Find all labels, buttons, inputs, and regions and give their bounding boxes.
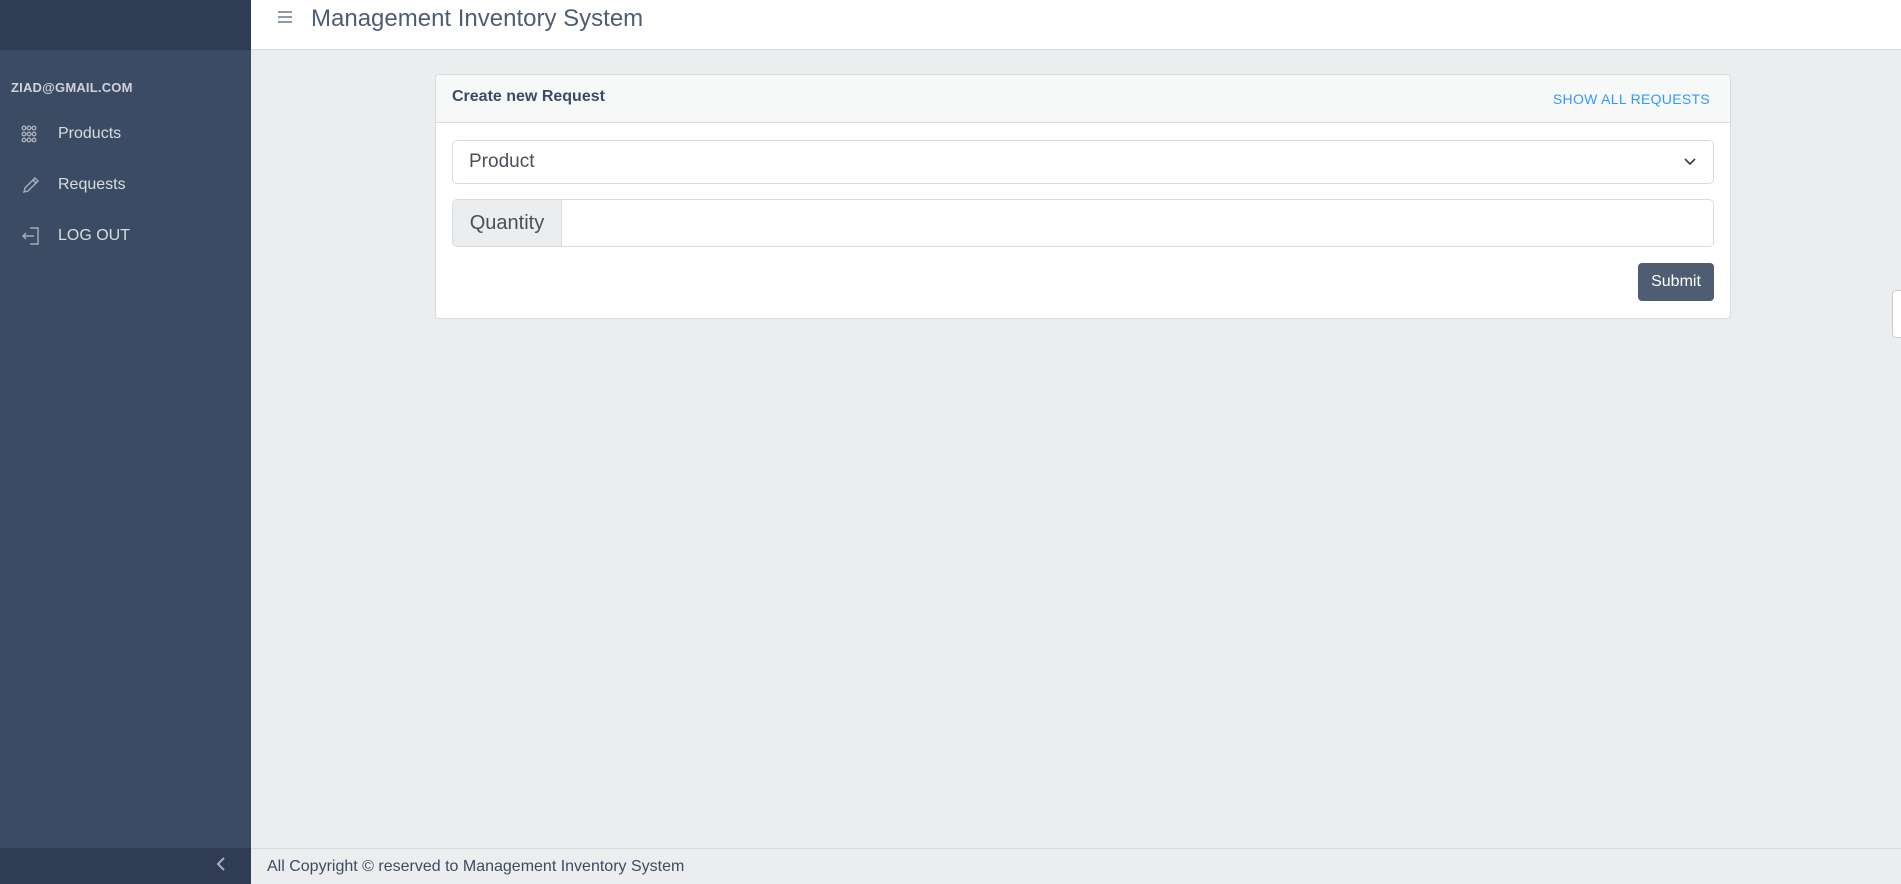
card-title: Create new Request	[452, 87, 605, 105]
sidebar-item-label: Products	[58, 125, 122, 142]
sidebar-item-logout[interactable]: LOG OUT	[0, 214, 251, 258]
sidebar-item-label: LOG OUT	[58, 227, 131, 244]
show-all-requests-link[interactable]: SHOW ALL REQUESTS	[1553, 91, 1710, 107]
chevron-down-icon	[1683, 151, 1697, 173]
chevron-left-icon	[215, 856, 227, 876]
side-panel-tab[interactable]	[1892, 290, 1901, 338]
quantity-input-group: Quantity	[452, 199, 1714, 247]
quantity-input[interactable]	[562, 200, 1713, 246]
page-title: Management Inventory System	[311, 4, 644, 32]
grid-icon	[16, 124, 46, 144]
sidebar-item-requests[interactable]: Requests	[0, 163, 251, 207]
footer-text: All Copyright © reserved to Management I…	[267, 857, 685, 875]
pencil-icon	[16, 175, 46, 195]
product-select-value: Product	[469, 151, 535, 172]
sidebar-item-products[interactable]: Products	[0, 112, 251, 156]
sidebar-brand	[0, 0, 251, 50]
footer: All Copyright © reserved to Management I…	[251, 848, 1901, 884]
user-email: ZIAD@GMAIL.COM	[11, 80, 133, 95]
card-header: Create new Request SHOW ALL REQUESTS	[436, 75, 1730, 123]
hamburger-icon	[277, 8, 293, 29]
sidebar-item-label: Requests	[58, 176, 126, 193]
logout-icon	[16, 226, 46, 246]
header: Management Inventory System	[251, 0, 1901, 50]
sidebar: ZIAD@GMAIL.COM Products Requests LOG OUT	[0, 0, 251, 884]
submit-button[interactable]: Submit	[1638, 263, 1714, 301]
menu-toggle-button[interactable]	[273, 7, 297, 31]
product-select[interactable]: Product	[452, 140, 1714, 184]
sidebar-minimize-button[interactable]	[0, 848, 251, 884]
request-form-card: Create new Request SHOW ALL REQUESTS Pro…	[435, 74, 1731, 319]
quantity-label: Quantity	[453, 200, 562, 246]
